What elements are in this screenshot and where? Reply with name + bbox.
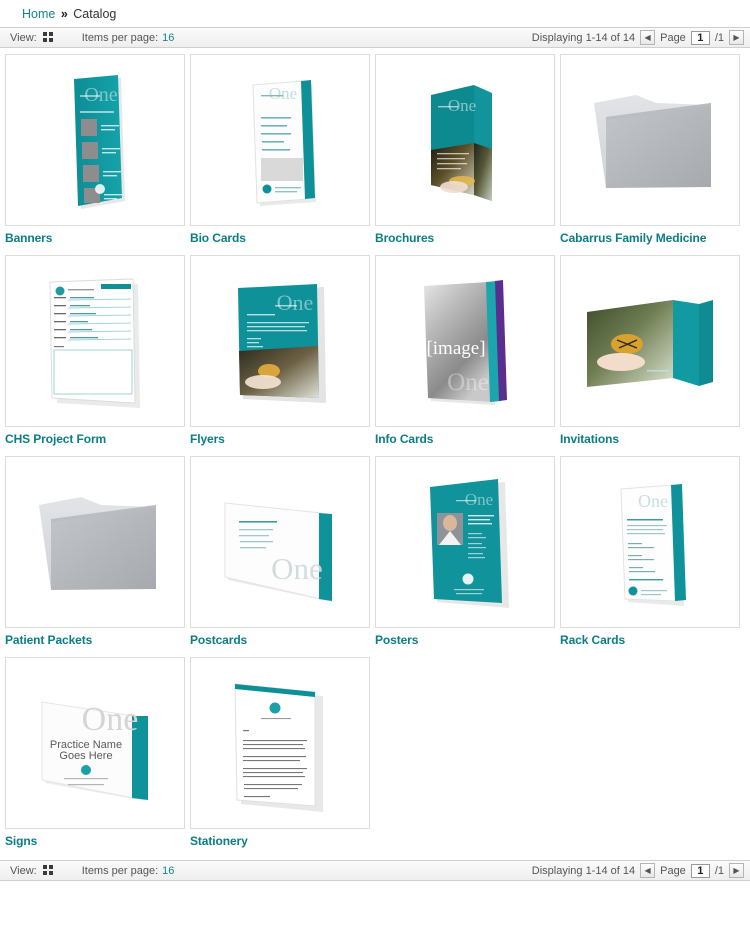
displaying-count: Displaying 1-14 of 14: [531, 864, 636, 877]
page-number-input[interactable]: [690, 30, 710, 45]
bottom-toolbar-right: Displaying 1-14 of 14 ◀ Page /1 ▶: [532, 863, 744, 878]
catalog-item-label[interactable]: Invitations: [560, 432, 740, 446]
svg-text:One: One: [638, 491, 668, 511]
items-per-page-label: Items per page:: [81, 864, 159, 877]
info-card-placeholder-text: [image]: [426, 338, 485, 359]
catalog-item[interactable]: Invitations: [560, 255, 740, 446]
next-page-button[interactable]: ▶: [729, 30, 744, 45]
catalog-item[interactable]: One Bio Cards: [190, 54, 370, 245]
catalog-item[interactable]: One Rack Cards: [560, 456, 740, 647]
catalog-item-label[interactable]: Patient Packets: [5, 633, 185, 647]
svg-text:One: One: [277, 290, 314, 315]
thumbnail-form[interactable]: [5, 255, 185, 427]
catalog-item-label[interactable]: Brochures: [375, 231, 555, 245]
prev-page-button[interactable]: ◀: [640, 863, 656, 878]
svg-text:One: One: [269, 84, 297, 103]
catalog-item-label[interactable]: CHS Project Form: [5, 432, 185, 446]
catalog-item[interactable]: One Banners: [5, 54, 185, 245]
catalog-item-label[interactable]: Bio Cards: [190, 231, 370, 245]
thumbnail-flyer[interactable]: One: [190, 255, 370, 427]
bottom-toolbar: View: Items per page: 16 Displaying 1-14…: [0, 860, 750, 881]
catalog-item-label[interactable]: Postcards: [190, 633, 370, 647]
thumbnail-folder[interactable]: [560, 54, 740, 226]
catalog-item[interactable]: One Flyers: [190, 255, 370, 446]
breadcrumb-current: Catalog: [73, 7, 117, 21]
catalog-item-label[interactable]: Banners: [5, 231, 185, 245]
breadcrumb: Home » Catalog: [0, 0, 750, 27]
thumbnail-banner[interactable]: One: [5, 54, 185, 226]
catalog-item-label[interactable]: Stationery: [190, 834, 370, 848]
thumbnail-folder[interactable]: [5, 456, 185, 628]
items-per-page-value[interactable]: 16: [162, 32, 174, 44]
catalog-item[interactable]: CHS Project Form: [5, 255, 185, 446]
grid-view-icon[interactable]: [42, 32, 54, 43]
thumbnail-sign[interactable]: One Practice Name Goes Here: [5, 657, 185, 829]
sign-line-2: Goes Here: [59, 750, 112, 762]
catalog-item[interactable]: Stationery: [190, 657, 370, 848]
catalog-item[interactable]: [image] One Info Cards: [375, 255, 555, 446]
catalog-item-label[interactable]: Flyers: [190, 432, 370, 446]
svg-text:One: One: [82, 701, 139, 738]
catalog-item-label[interactable]: Cabarrus Family Medicine: [560, 231, 740, 245]
top-toolbar-right: Displaying 1-14 of 14 ◀ Page /1 ▶: [532, 30, 744, 45]
displaying-count: Displaying 1-14 of 14: [531, 31, 636, 44]
catalog-item-label[interactable]: Signs: [5, 834, 185, 848]
page-label: Page: [660, 864, 686, 877]
svg-text:One: One: [465, 490, 493, 509]
catalog-item[interactable]: Cabarrus Family Medicine: [560, 54, 740, 245]
svg-text:One: One: [448, 96, 476, 115]
page-number-input[interactable]: [690, 863, 710, 878]
grid-view-icon[interactable]: [42, 865, 54, 876]
thumbnail-stationery[interactable]: [190, 657, 370, 829]
page-total: /1: [714, 31, 724, 44]
page-total: /1: [714, 864, 724, 877]
catalog-item-label[interactable]: Rack Cards: [560, 633, 740, 647]
thumbnail-invitation[interactable]: [560, 255, 740, 427]
top-toolbar: View: Items per page: 16 Displaying 1-14…: [0, 27, 750, 48]
svg-text:One: One: [447, 369, 489, 396]
thumbnail-bio-card[interactable]: One: [190, 54, 370, 226]
items-per-page-label: Items per page:: [81, 31, 159, 44]
top-toolbar-left: View: Items per page: 16: [10, 32, 174, 44]
catalog-item[interactable]: Patient Packets: [5, 456, 185, 647]
thumbnail-info-card[interactable]: [image] One: [375, 255, 555, 427]
thumbnail-brochure[interactable]: One: [375, 54, 555, 226]
page-label: Page: [660, 31, 686, 44]
svg-text:One: One: [271, 551, 323, 586]
breadcrumb-home-link[interactable]: Home: [22, 7, 55, 21]
view-label: View:: [10, 864, 37, 877]
items-per-page-group: Items per page: 16: [82, 865, 175, 877]
breadcrumb-separator: »: [60, 7, 68, 21]
next-page-button[interactable]: ▶: [729, 863, 744, 878]
catalog-grid: One Banners One Bio Cards One Brochures …: [0, 48, 750, 858]
catalog-item[interactable]: One Brochures: [375, 54, 555, 245]
catalog-item[interactable]: One Postcards: [190, 456, 370, 647]
catalog-item-label[interactable]: Info Cards: [375, 432, 555, 446]
catalog-item-label[interactable]: Posters: [375, 633, 555, 647]
catalog-item[interactable]: One Posters: [375, 456, 555, 647]
thumbnail-postcard[interactable]: One: [190, 456, 370, 628]
bottom-toolbar-left: View: Items per page: 16: [10, 865, 174, 877]
thumbnail-poster[interactable]: One: [375, 456, 555, 628]
items-per-page-value[interactable]: 16: [162, 865, 174, 877]
catalog-item[interactable]: One Practice Name Goes Here Signs: [5, 657, 185, 848]
thumbnail-rack-card[interactable]: One: [560, 456, 740, 628]
items-per-page-group: Items per page: 16: [82, 32, 175, 44]
prev-page-button[interactable]: ◀: [640, 30, 656, 45]
view-label: View:: [10, 31, 37, 44]
